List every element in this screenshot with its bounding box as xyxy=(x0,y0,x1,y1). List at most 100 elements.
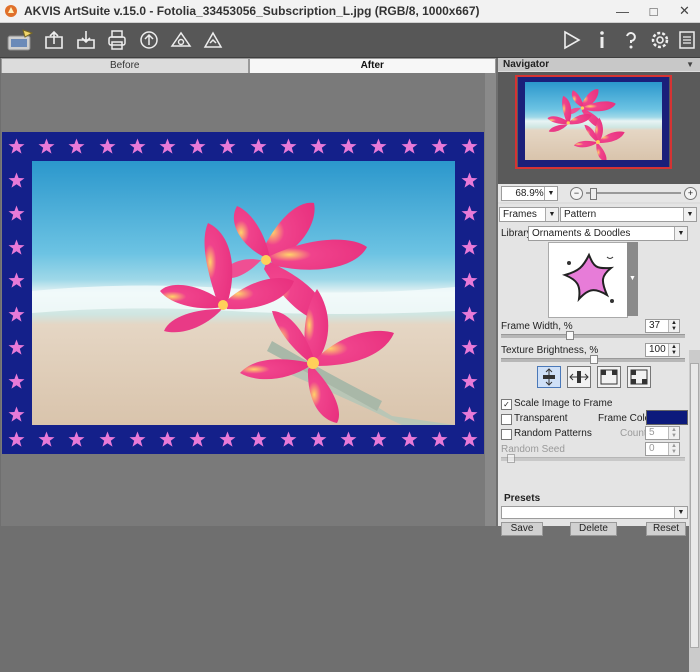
navigator-header: Navigator ▼ xyxy=(498,58,700,71)
align-horizontal-icon xyxy=(569,371,589,383)
transparent-label: Transparent xyxy=(514,413,568,424)
pattern-dropdown-button[interactable]: ▼ xyxy=(627,242,638,316)
frame-width-label: Frame Width, % xyxy=(501,321,573,332)
settings-scrollbar[interactable] xyxy=(689,350,700,672)
spin-arrows-icon[interactable]: ▲ ▼ xyxy=(668,344,679,356)
random-seed-slider-thumb[interactable] xyxy=(507,454,515,463)
frame-type-select[interactable]: Pattern ▼ xyxy=(560,207,697,222)
align-vertical-button[interactable] xyxy=(537,366,561,388)
chevron-down-icon[interactable]: ▼ xyxy=(683,208,696,221)
presets-header: Presets xyxy=(504,493,541,504)
star-ornament xyxy=(280,431,297,448)
zoom-in-button[interactable]: + xyxy=(684,187,697,200)
maximize-button[interactable]: □ xyxy=(638,0,669,22)
texture-brightness-slider-thumb[interactable] xyxy=(590,355,598,364)
star-ornament xyxy=(370,138,387,155)
view-tabs: Before After xyxy=(1,58,496,74)
zoom-out-button[interactable]: − xyxy=(570,187,583,200)
random-seed-input[interactable]: 0 ▲ ▼ xyxy=(645,442,680,456)
chevron-down-icon[interactable]: ▼ xyxy=(674,507,687,518)
print-icon[interactable] xyxy=(103,26,131,54)
menu-icon[interactable] xyxy=(673,26,700,54)
zoom-slider-thumb[interactable] xyxy=(590,188,597,200)
star-ornament xyxy=(8,205,25,222)
collapse-chevron-icon[interactable]: ▼ xyxy=(686,58,694,71)
star-ornament xyxy=(8,373,25,390)
frame-color-swatch[interactable] xyxy=(646,410,688,425)
chevron-down-icon[interactable]: ▼ xyxy=(674,227,687,240)
navigator-viewport-frame[interactable] xyxy=(515,75,672,169)
settings-scrollbar-thumb[interactable] xyxy=(690,363,699,648)
count-input[interactable]: 5 ▲ ▼ xyxy=(645,426,680,440)
star-ornament xyxy=(461,431,478,448)
random-seed-value: 0 xyxy=(649,443,655,454)
star-ornament xyxy=(8,272,25,289)
count-value: 5 xyxy=(649,427,655,438)
frame-width-slider-thumb[interactable] xyxy=(566,331,575,340)
delete-preset-button[interactable]: Delete xyxy=(570,522,617,536)
star-ornament xyxy=(129,138,146,155)
save-image-icon[interactable] xyxy=(72,26,100,54)
frame-width-input[interactable]: 37 ▲ ▼ xyxy=(645,319,680,333)
library-select[interactable]: Ornaments & Doodles ▼ xyxy=(528,226,688,241)
spin-arrows-icon[interactable]: ▲ ▼ xyxy=(668,320,679,332)
star-ornament xyxy=(159,431,176,448)
image-canvas[interactable] xyxy=(1,73,496,526)
star-ornament xyxy=(8,239,25,256)
minimize-button[interactable]: — xyxy=(607,0,638,22)
star-ornament xyxy=(401,138,418,155)
info-icon[interactable] xyxy=(588,26,616,54)
star-ornament xyxy=(250,138,267,155)
help-icon[interactable] xyxy=(617,26,645,54)
star-ornament xyxy=(461,205,478,222)
pattern-preview[interactable] xyxy=(548,242,628,318)
texture-brightness-input[interactable]: 100 ▲ ▼ xyxy=(645,343,680,357)
navigator-preview[interactable] xyxy=(498,72,700,184)
app-logo-icon[interactable] xyxy=(3,26,37,54)
frame-width-slider[interactable] xyxy=(501,334,685,338)
spin-arrows-icon[interactable]: ▲ ▼ xyxy=(668,443,679,455)
star-ornament xyxy=(461,306,478,323)
canvas-scrollbar[interactable] xyxy=(485,73,496,526)
corner-tile-button[interactable] xyxy=(597,366,621,388)
batch-icon[interactable] xyxy=(167,26,195,54)
star-ornament xyxy=(68,431,85,448)
effect-select[interactable]: Frames ▼ xyxy=(499,207,559,222)
preset-select[interactable]: ▼ xyxy=(501,506,688,519)
random-patterns-checkbox[interactable] xyxy=(501,429,512,440)
random-seed-slider[interactable] xyxy=(501,457,685,461)
star-ornament xyxy=(99,431,116,448)
star-ornament xyxy=(8,339,25,356)
library-value: Ornaments & Doodles xyxy=(532,228,631,239)
chevron-down-icon[interactable]: ▼ xyxy=(544,187,557,200)
align-horizontal-button[interactable] xyxy=(567,366,591,388)
tab-after[interactable]: After xyxy=(248,58,496,74)
star-ornament xyxy=(461,239,478,256)
texture-brightness-value: 100 xyxy=(649,344,666,355)
scale-image-checkbox[interactable]: ✓ xyxy=(501,399,512,410)
transparent-checkbox[interactable] xyxy=(501,414,512,425)
zoom-select[interactable]: 68.9% ▼ xyxy=(501,186,558,201)
spin-arrows-icon[interactable]: ▲ ▼ xyxy=(668,427,679,439)
random-patterns-label: Random Patterns xyxy=(514,428,592,439)
star-ornament xyxy=(280,138,297,155)
close-button[interactable]: ✕ xyxy=(669,0,700,22)
star-ornament xyxy=(461,339,478,356)
reset-preset-button[interactable]: Reset xyxy=(646,522,686,536)
run-icon[interactable] xyxy=(557,26,585,54)
star-ornament xyxy=(310,431,327,448)
zoom-row: 68.9% ▼ − + xyxy=(498,184,700,202)
zoom-slider-track[interactable] xyxy=(586,192,681,194)
star-ornament xyxy=(159,138,176,155)
share-icon[interactable] xyxy=(135,26,163,54)
window-title: AKVIS ArtSuite v.15.0 - Fotolia_33453056… xyxy=(24,4,480,18)
stretch-tile-button[interactable] xyxy=(627,366,651,388)
settings-icon[interactable] xyxy=(646,26,674,54)
tab-before[interactable]: Before xyxy=(1,58,249,74)
chevron-down-icon[interactable]: ▼ xyxy=(545,208,558,221)
open-image-icon[interactable] xyxy=(40,26,68,54)
star-ornament xyxy=(219,138,236,155)
plugin-icon[interactable] xyxy=(199,26,227,54)
save-preset-button[interactable]: Save xyxy=(501,522,543,536)
star-ornament xyxy=(68,138,85,155)
